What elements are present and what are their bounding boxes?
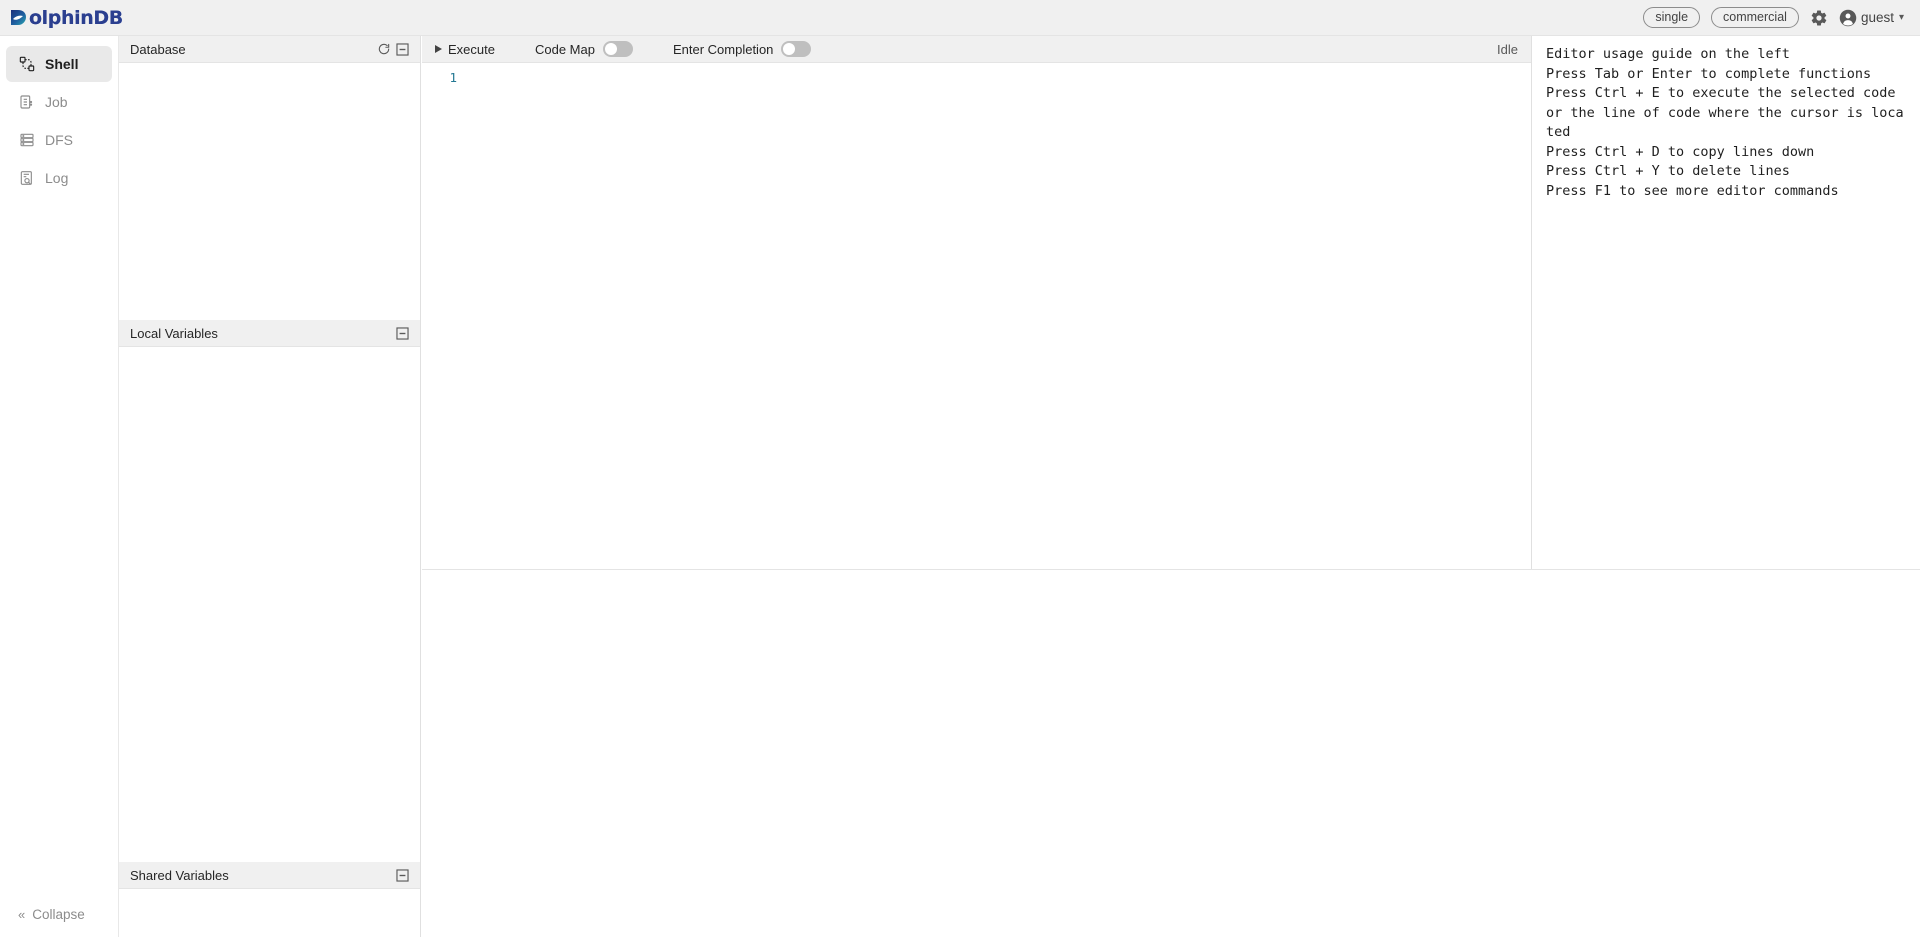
toggle-knob — [783, 43, 795, 55]
shared-variables-tree[interactable] — [119, 889, 420, 937]
mode-badge[interactable]: single — [1643, 7, 1700, 28]
dfs-database-icon — [18, 132, 35, 149]
sidebar-item-label-log: Log — [45, 170, 68, 186]
chevron-down-icon: ▾ — [1899, 12, 1904, 23]
header-right-controls: single commercial guest ▾ — [1643, 7, 1904, 28]
toggle-knob — [605, 43, 617, 55]
shell-nodes-icon — [18, 56, 35, 73]
gear-icon[interactable] — [1810, 9, 1828, 27]
local-variables-collapse-icon[interactable] — [393, 324, 411, 342]
dolphin-d-logo-icon — [10, 8, 28, 27]
local-variables-tree[interactable] — [119, 347, 420, 862]
refresh-icon[interactable] — [375, 40, 393, 58]
local-variables-panel-header: Local Variables — [119, 320, 420, 347]
sidebar-collapse-button[interactable]: « Collapse — [0, 891, 119, 937]
sidebar-nav: Shell Job — [0, 36, 118, 196]
enter-completion-label: Enter Completion — [673, 42, 773, 57]
sidebar-item-label-dfs: DFS — [45, 132, 73, 148]
app-logo-text: olphinDB — [29, 7, 123, 29]
code-editor[interactable]: 1 — [422, 63, 1531, 569]
user-menu[interactable]: guest ▾ — [1839, 9, 1904, 27]
shared-variables-panel-title: Shared Variables — [130, 868, 393, 883]
user-avatar-icon — [1839, 9, 1857, 27]
explorer-column: Database Local Variables Shared Variable… — [119, 36, 421, 937]
editor-column: Execute Code Map Enter Completion Idle 1 — [422, 36, 1532, 569]
database-panel-title: Database — [130, 42, 375, 57]
shared-variables-collapse-icon[interactable] — [393, 866, 411, 884]
editor-usage-guide-panel: Editor usage guide on the left Press Tab… — [1532, 36, 1920, 569]
app-header: olphinDB single commercial guest ▾ — [0, 0, 1920, 36]
editor-code-content[interactable] — [464, 63, 1531, 569]
local-variables-panel-title: Local Variables — [130, 326, 393, 341]
sidebar-item-shell[interactable]: Shell — [6, 46, 112, 82]
sidebar-collapse-label: Collapse — [32, 907, 85, 922]
enter-completion-toggle[interactable] — [781, 41, 811, 57]
sidebar-item-label-shell: Shell — [45, 56, 78, 72]
app-logo[interactable]: olphinDB — [10, 7, 123, 29]
shared-variables-panel-header: Shared Variables — [119, 862, 420, 889]
result-output-region[interactable] — [422, 571, 1920, 937]
execute-button[interactable]: Execute — [435, 42, 495, 57]
code-map-label: Code Map — [535, 42, 595, 57]
double-chevron-left-icon: « — [18, 907, 25, 922]
sidebar-item-job[interactable]: Job — [6, 84, 112, 120]
user-name-label: guest — [1861, 10, 1894, 25]
editor-region: Execute Code Map Enter Completion Idle 1… — [422, 36, 1920, 570]
editor-gutter: 1 — [422, 63, 464, 569]
sidebar-item-log[interactable]: Log — [6, 160, 112, 196]
log-search-icon — [18, 170, 35, 187]
code-map-control: Code Map — [535, 41, 633, 57]
license-badge[interactable]: commercial — [1711, 7, 1799, 28]
sidebar-item-label-job: Job — [45, 94, 68, 110]
play-icon — [435, 45, 442, 53]
editor-toolbar: Execute Code Map Enter Completion Idle — [422, 36, 1531, 63]
line-number: 1 — [422, 70, 457, 85]
left-sidebar: Shell Job — [0, 36, 119, 937]
execute-label: Execute — [448, 42, 495, 57]
database-tree[interactable] — [119, 63, 420, 320]
job-clipboard-icon — [18, 94, 35, 111]
execution-status: Idle — [1497, 42, 1518, 57]
database-panel-header: Database — [119, 36, 420, 63]
sidebar-item-dfs[interactable]: DFS — [6, 122, 112, 158]
code-map-toggle[interactable] — [603, 41, 633, 57]
editor-usage-guide-text: Editor usage guide on the left Press Tab… — [1546, 45, 1906, 201]
database-collapse-icon[interactable] — [393, 40, 411, 58]
enter-completion-control: Enter Completion — [673, 41, 811, 57]
